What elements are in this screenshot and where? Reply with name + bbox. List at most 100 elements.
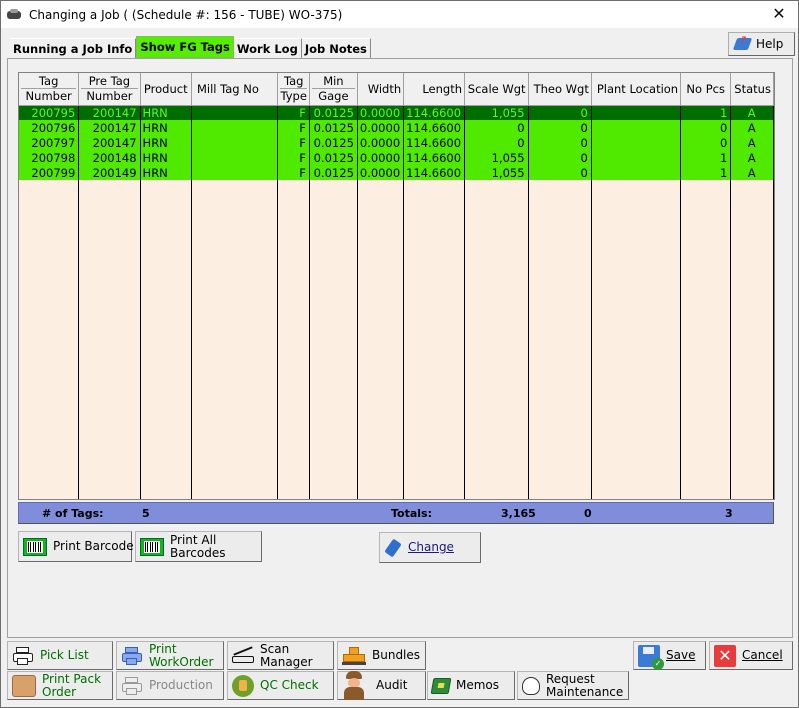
cancel-x-icon: ✕	[714, 644, 736, 667]
col-header-mill-tag-no[interactable]: Mill Tag No	[191, 73, 279, 106]
col-header-no-pcs[interactable]: No Pcs	[680, 73, 732, 106]
cell-width: 0.0000	[357, 135, 405, 150]
cell-theo-wgt: 0	[528, 165, 592, 180]
cell-tag-number: 200798	[19, 150, 80, 165]
change-button[interactable]: Change	[379, 532, 481, 563]
table-row[interactable]: 200795 200147 HRN F 0.0125 0.0000 114.66…	[19, 104, 774, 120]
cell-width: 0.0000	[357, 120, 405, 135]
table-row[interactable]: 200797 200147 HRN F 0.0125 0.0000 114.66…	[19, 135, 774, 150]
cell-tag-type: F	[277, 120, 310, 135]
cell-min-gage: 0.0125	[309, 120, 358, 135]
cell-plant-location	[591, 135, 682, 150]
bundles-button[interactable]: Bundles	[337, 641, 426, 670]
cell-theo-wgt: 0	[528, 104, 592, 120]
cell-theo-wgt: 0	[528, 150, 592, 165]
cell-mill-tag-no	[191, 104, 279, 120]
cell-mill-tag-no	[191, 150, 279, 165]
cell-status: A	[730, 165, 774, 180]
cell-product: HRN	[140, 104, 192, 120]
table-row[interactable]: 200799 200149 HRN F 0.0125 0.0000 114.66…	[19, 165, 774, 180]
qc-check-button[interactable]: QC Check	[227, 671, 334, 700]
tab-running-a-job-info[interactable]: Running a Job Info	[10, 38, 137, 58]
total-scale-wgt: 3,165	[501, 507, 536, 520]
col-header-plant-location[interactable]: Plant Location	[591, 73, 682, 106]
col-header-width[interactable]: Width	[357, 73, 405, 106]
cell-min-gage: 0.0125	[309, 165, 358, 180]
cell-pre-tag-number: 200149	[78, 165, 141, 180]
cell-tag-type: F	[277, 135, 310, 150]
cell-tag-number: 200795	[19, 104, 80, 120]
tab-strip: Running a Job Info Show FG Tags Work Log…	[10, 36, 371, 58]
hand-icon	[522, 676, 540, 695]
tab-show-fg-tags[interactable]: Show FG Tags	[136, 36, 234, 58]
close-icon[interactable]: ✕	[768, 4, 790, 24]
print-barcode-button[interactable]: Print Barcode	[18, 531, 134, 562]
tab-work-log[interactable]: Work Log	[233, 38, 302, 58]
col-header-tag-type[interactable]: Tag Type	[277, 73, 310, 106]
cell-product: HRN	[140, 120, 192, 135]
table-row[interactable]: 200796 200147 HRN F 0.0125 0.0000 114.66…	[19, 120, 774, 135]
totals-bar: # of Tags: 5 Totals: 3,165 0 3	[18, 502, 774, 524]
col-header-scale-wgt[interactable]: Scale Wgt	[464, 73, 529, 106]
cell-pre-tag-number: 200147	[78, 135, 141, 150]
help-button-label: Help	[756, 37, 784, 51]
col-header-pre-tag-number[interactable]: Pre Tag Number	[78, 73, 141, 106]
cell-product: HRN	[140, 150, 192, 165]
memos-button[interactable]: Memos	[427, 671, 515, 700]
cell-width: 0.0000	[357, 104, 405, 120]
tags-count-label: # of Tags:	[42, 507, 104, 520]
col-header-min-gage[interactable]: Min Gage	[309, 73, 358, 106]
tab-job-notes[interactable]: Job Notes	[301, 38, 371, 58]
save-icon	[638, 644, 664, 670]
cell-mill-tag-no	[191, 120, 279, 135]
audit-button[interactable]: Audit	[337, 670, 426, 700]
cell-pre-tag-number: 200148	[78, 150, 141, 165]
table-row[interactable]: 200798 200148 HRN F 0.0125 0.0000 114.66…	[19, 150, 774, 165]
cell-scale-wgt: 0	[464, 120, 529, 135]
memo-book-icon	[430, 677, 452, 694]
cell-tag-type: F	[277, 150, 310, 165]
request-maintenance-button[interactable]: Request Maintenance	[517, 671, 629, 700]
printer-icon	[12, 646, 34, 666]
grid-empty-area	[19, 180, 774, 499]
help-book-icon	[732, 38, 753, 50]
cell-mill-tag-no	[191, 165, 279, 180]
cell-no-pcs: 1	[680, 104, 732, 120]
col-header-product[interactable]: Product	[140, 73, 192, 106]
col-header-theo-wgt[interactable]: Theo Wgt	[528, 73, 592, 106]
save-button[interactable]: Save	[633, 641, 706, 670]
help-button[interactable]: Help	[728, 32, 795, 56]
window-title: Changing a Job ( (Schedule #: 156 - TUBE…	[29, 7, 343, 22]
cell-length: 114.6600	[403, 104, 466, 120]
pick-list-button[interactable]: Pick List	[7, 641, 113, 670]
print-pack-order-button[interactable]: Print Pack Order	[7, 671, 113, 700]
cell-width: 0.0000	[357, 165, 405, 180]
printer-icon	[121, 676, 143, 696]
cell-width: 0.0000	[357, 150, 405, 165]
col-header-length[interactable]: Length	[403, 73, 466, 106]
app-icon	[7, 8, 23, 21]
fg-tags-grid[interactable]: Tag Number Pre Tag Number Product Mill Tag…	[18, 72, 775, 500]
tags-count-value: 5	[142, 507, 150, 520]
col-header-status[interactable]: Status	[730, 73, 774, 106]
production-button[interactable]: Production	[116, 671, 224, 700]
cell-no-pcs: 1	[680, 150, 732, 165]
print-all-barcodes-button[interactable]: Print All Barcodes	[135, 531, 262, 562]
print-workorder-button[interactable]: Print WorkOrder	[116, 641, 224, 670]
scan-manager-button[interactable]: Scan Manager	[227, 641, 334, 670]
cell-mill-tag-no	[191, 135, 279, 150]
cancel-button[interactable]: ✕ Cancel	[709, 641, 793, 670]
total-theo-wgt: 0	[584, 507, 592, 520]
cell-length: 114.6600	[403, 135, 466, 150]
cell-plant-location	[591, 150, 682, 165]
totals-label: Totals:	[391, 507, 432, 520]
cell-scale-wgt: 1,055	[464, 104, 529, 120]
scanner-icon	[232, 645, 254, 664]
cell-scale-wgt: 0	[464, 135, 529, 150]
cell-min-gage: 0.0125	[309, 135, 358, 150]
cell-no-pcs: 1	[680, 165, 732, 180]
col-header-tag-number[interactable]: Tag Number	[19, 73, 80, 106]
cell-product: HRN	[140, 135, 192, 150]
cell-product: HRN	[140, 165, 192, 180]
cell-plant-location	[591, 104, 682, 120]
